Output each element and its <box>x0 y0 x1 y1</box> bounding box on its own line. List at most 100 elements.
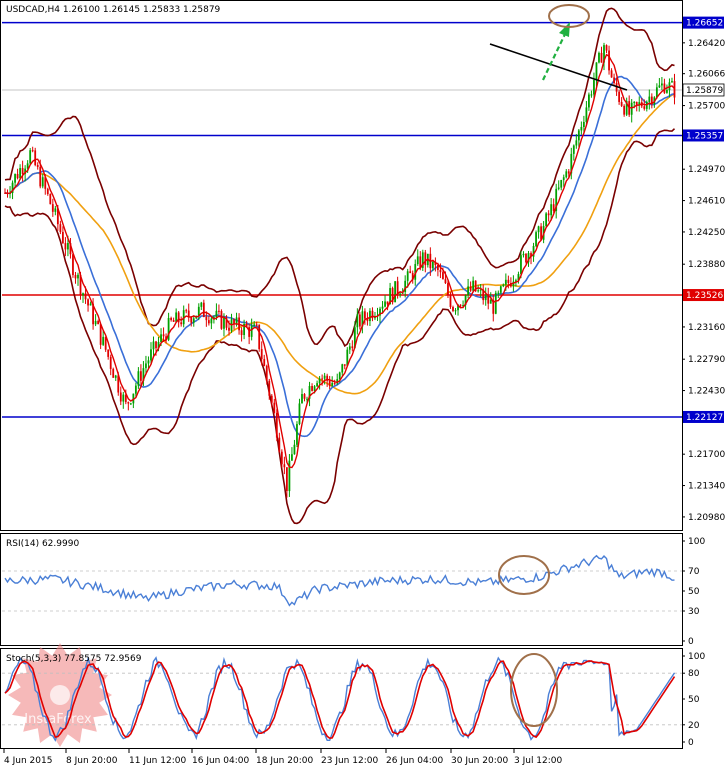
candle-body <box>580 126 583 131</box>
stoch-main-line <box>4 655 676 742</box>
candle-body <box>240 330 243 336</box>
price-tick-label: 1.22790 <box>688 355 725 365</box>
candle-body <box>557 187 560 189</box>
candle-body <box>160 334 162 343</box>
candle-body <box>162 334 165 337</box>
rsi-tick-label: 100 <box>688 537 705 547</box>
candle-body <box>296 424 298 445</box>
candle-body <box>560 180 563 188</box>
price-tick-label: 1.23880 <box>688 260 725 270</box>
time-tick-label: 3 Jul 12:00 <box>514 756 563 766</box>
candle-body <box>220 310 223 329</box>
candle-body <box>328 380 331 386</box>
candle-body <box>673 81 676 98</box>
price-tick-label: 1.21700 <box>688 450 725 460</box>
level-price-label: 1.26652 <box>686 19 723 29</box>
candle-body <box>369 310 371 322</box>
price-tick-label: 1.24250 <box>688 228 725 238</box>
candle-body <box>472 280 475 291</box>
stoch-tick-label: 20 <box>688 721 700 731</box>
candle-body <box>545 213 548 227</box>
candle-body <box>537 226 540 233</box>
candle-body <box>522 253 525 256</box>
candle-body <box>442 272 444 280</box>
candle-body <box>494 292 497 314</box>
candle-body <box>459 304 462 306</box>
candle-body <box>394 281 397 303</box>
candle-body <box>535 232 537 247</box>
candle-body <box>280 451 283 465</box>
candle-body <box>77 274 79 279</box>
candle-body <box>572 145 575 154</box>
candle-body <box>338 372 341 380</box>
price-tick-label: 1.20980 <box>688 513 725 523</box>
current-price-label: 1.25879 <box>686 86 723 96</box>
candle-body <box>185 310 188 312</box>
level-price-label: 1.22127 <box>686 413 723 423</box>
candle-body <box>671 81 673 83</box>
candle-body <box>635 101 638 105</box>
candle-body <box>207 320 210 324</box>
candle-body <box>605 45 608 51</box>
candle-body <box>291 454 293 461</box>
candle-body <box>348 346 351 350</box>
candle-body <box>444 279 447 284</box>
candle-body <box>273 402 276 413</box>
candle-body <box>598 52 600 63</box>
candle-body <box>293 444 296 455</box>
candle-body <box>666 89 668 93</box>
candle-body <box>82 293 84 296</box>
price-tick-label: 1.22430 <box>688 387 725 397</box>
candle-body <box>567 171 570 174</box>
candle-body <box>318 378 321 384</box>
candle-body <box>620 101 623 106</box>
candle-body <box>228 327 230 331</box>
candle-body <box>31 150 34 152</box>
candle-body <box>562 177 565 181</box>
candle-body <box>107 349 110 357</box>
time-tick-label: 8 Jun 20:00 <box>66 756 118 766</box>
candle-body <box>49 194 52 205</box>
candle-body <box>119 392 122 402</box>
rsi-tick-label: 50 <box>688 587 700 597</box>
candle-body <box>331 383 334 386</box>
candle-body <box>205 316 208 321</box>
candle-body <box>552 204 555 211</box>
candle-body <box>298 403 301 425</box>
candle-body <box>582 121 585 127</box>
candle-body <box>200 302 203 307</box>
candle-body <box>14 174 16 183</box>
candle-body <box>477 290 480 292</box>
candle-body <box>41 177 44 187</box>
candle-body <box>316 383 318 387</box>
candle-body <box>278 437 281 452</box>
candle-body <box>122 394 125 402</box>
candle-body <box>431 261 434 269</box>
price-tick-label: 1.26066 <box>688 70 725 80</box>
candle-body <box>89 303 92 306</box>
candle-body <box>283 464 286 468</box>
time-tick-label: 30 Jun 20:00 <box>451 756 508 766</box>
candle-body <box>590 94 593 96</box>
time-tick-label: 23 Jun 12:00 <box>321 756 378 766</box>
candle-body <box>333 383 336 385</box>
candle-body <box>648 96 651 102</box>
candle-body <box>467 286 470 295</box>
candle-body <box>469 286 472 291</box>
candle-body <box>268 380 271 396</box>
candle-body <box>585 107 588 122</box>
price-tick-label: 1.23160 <box>688 323 725 333</box>
candle-body <box>386 301 389 305</box>
candle-body <box>593 80 595 95</box>
candle-body <box>489 299 492 304</box>
price-tick-label: 1.24970 <box>688 165 725 175</box>
rsi-tick-label: 70 <box>688 567 700 577</box>
rsi-tick-label: 0 <box>688 637 694 647</box>
candle-body <box>255 324 258 326</box>
time-tick-label: 16 Jun 04:00 <box>192 756 249 766</box>
candle-body <box>192 318 195 323</box>
candle-body <box>452 306 454 311</box>
candle-body <box>127 402 130 404</box>
candle-body <box>618 91 621 102</box>
candle-body <box>21 168 24 174</box>
